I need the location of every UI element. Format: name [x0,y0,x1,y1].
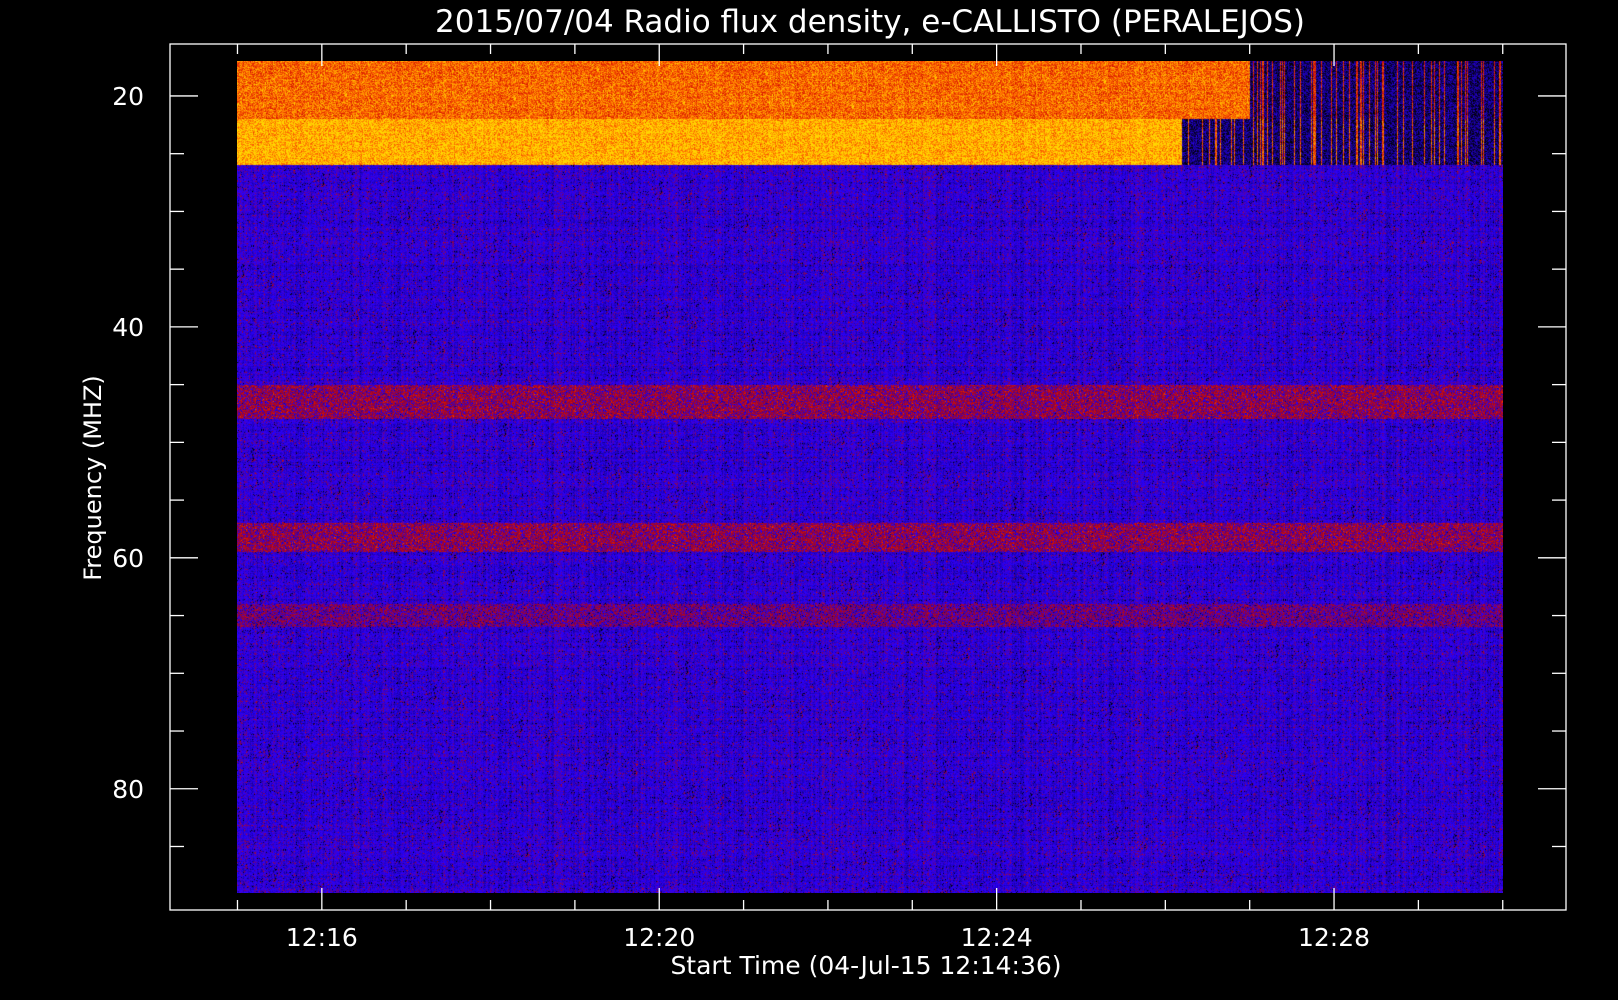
y-tick-label: 60 [112,544,144,573]
y-tick-label: 80 [112,775,144,804]
heatmap [237,61,1503,893]
chart-title: 2015/07/04 Radio flux density, e-CALLIST… [435,4,1305,40]
x-tick-label: 12:24 [961,923,1033,952]
spectrogram-chart: 2015/07/04 Radio flux density, e-CALLIST… [0,0,1618,1000]
y-tick-label: 20 [112,82,144,111]
x-tick-label: 12:20 [623,923,695,952]
x-tick-label: 12:28 [1298,923,1370,952]
x-tick-label: 12:16 [286,923,358,952]
y-tick-label: 40 [112,313,144,342]
spectrogram-image [237,61,1503,893]
y-axis-label: Frequency (MHZ) [79,375,107,581]
x-axis-label: Start Time (04-Jul-15 12:14:36) [670,951,1061,980]
